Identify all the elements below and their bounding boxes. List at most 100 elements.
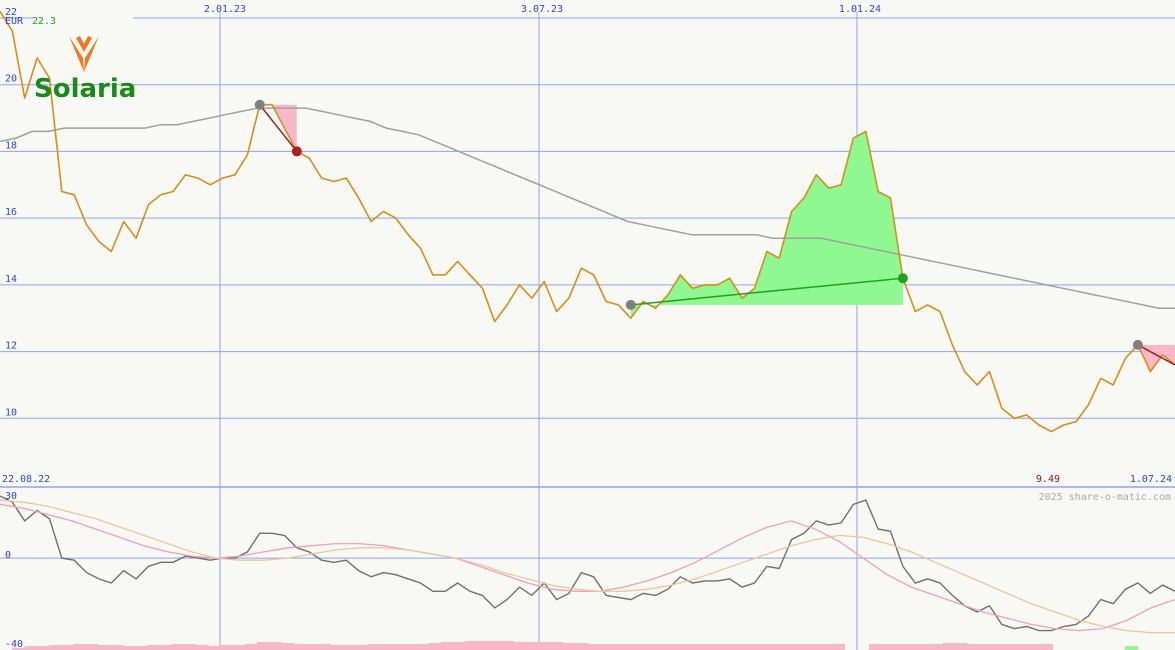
volume-bar bbox=[599, 644, 613, 650]
volume-bar bbox=[220, 645, 233, 650]
volume-bar bbox=[232, 645, 246, 650]
volume-bar bbox=[49, 645, 62, 650]
volume-bar bbox=[342, 645, 356, 650]
volume-bar bbox=[660, 644, 674, 650]
background-layer bbox=[0, 0, 1175, 650]
volume-bar bbox=[783, 644, 796, 650]
y-tick-label: 18 bbox=[5, 140, 17, 151]
volume-bar bbox=[538, 642, 552, 650]
volume-bar bbox=[24, 646, 38, 650]
volume-bar bbox=[685, 644, 699, 650]
volume-bar bbox=[575, 643, 588, 650]
volume-bar bbox=[514, 642, 527, 650]
volume-bar bbox=[697, 644, 711, 650]
volume-bar bbox=[146, 645, 160, 650]
oscillator-tick-label: 0 bbox=[5, 550, 11, 561]
volume-bar bbox=[36, 646, 50, 650]
min-price-label: 9.49 bbox=[1036, 474, 1060, 485]
currency-label: EUR bbox=[5, 16, 24, 27]
volume-bar bbox=[465, 641, 478, 650]
volume-bar bbox=[979, 644, 992, 650]
x-tick-label: 3.07.23 bbox=[521, 4, 563, 15]
volume-bar bbox=[918, 644, 931, 650]
volume-bar bbox=[1040, 644, 1054, 650]
y-tick-label: 10 bbox=[5, 407, 17, 418]
volume-bar bbox=[159, 645, 172, 650]
volume-bar bbox=[183, 644, 197, 650]
volume-bar bbox=[501, 641, 515, 650]
volume-bar bbox=[563, 643, 576, 650]
volume-bar bbox=[257, 642, 270, 650]
volume-bar bbox=[648, 644, 662, 650]
volume-bar bbox=[734, 644, 748, 650]
y-tick-label: 16 bbox=[5, 207, 17, 218]
volume-bar bbox=[489, 641, 503, 650]
volume-bar bbox=[758, 644, 772, 650]
volume-bar bbox=[281, 643, 295, 650]
volume-bar bbox=[428, 643, 442, 650]
volume-bar bbox=[942, 643, 956, 650]
volume-bar bbox=[208, 646, 221, 650]
volume-bar bbox=[330, 645, 344, 650]
volume-bar bbox=[391, 644, 405, 650]
volume-bar bbox=[134, 646, 148, 650]
volume-bar bbox=[526, 642, 539, 650]
volume-bar bbox=[61, 645, 74, 650]
x-tick-label: 22.08.22 bbox=[2, 474, 50, 485]
watermark: 2025 share-o-matic.com bbox=[1039, 492, 1171, 503]
volume-bar bbox=[905, 644, 919, 650]
volume-bar bbox=[832, 644, 845, 650]
volume-bar bbox=[954, 643, 968, 650]
volume-bar bbox=[379, 644, 393, 650]
volume-bar bbox=[171, 644, 185, 650]
background bbox=[0, 0, 1175, 650]
y-tick-label: 20 bbox=[5, 74, 17, 85]
volume-bar bbox=[122, 646, 136, 650]
volume-bar bbox=[746, 644, 760, 650]
volume-bar bbox=[709, 644, 723, 650]
volume-bar bbox=[881, 644, 894, 650]
volume-bar bbox=[930, 644, 943, 650]
volume-bar bbox=[612, 644, 625, 650]
volume-bar bbox=[110, 645, 123, 650]
volume-bar bbox=[73, 644, 87, 650]
volume-bar bbox=[1015, 644, 1029, 650]
volume-bar bbox=[991, 644, 1005, 650]
volume-bar bbox=[269, 642, 282, 650]
volume-bar bbox=[673, 644, 686, 650]
trade-exit-marker bbox=[291, 146, 302, 157]
volume-bar bbox=[403, 644, 417, 650]
volume-bar bbox=[807, 644, 821, 650]
volume-bar bbox=[85, 644, 99, 650]
volume-bar bbox=[966, 644, 980, 650]
volume-bar bbox=[771, 644, 784, 650]
oscillator-tick-label: 30 bbox=[5, 491, 17, 502]
volume-bar bbox=[367, 644, 380, 650]
volume-bar bbox=[97, 645, 111, 650]
volume-bar bbox=[587, 644, 601, 650]
trade-entry-marker bbox=[625, 299, 636, 310]
y-tick-label: 12 bbox=[5, 341, 17, 352]
stock-chart: 22.08.22 2.01.23 3.07.23 1.01.24 1.07.24 10 12… bbox=[0, 0, 1175, 650]
volume-bar bbox=[195, 645, 209, 650]
volume-bar bbox=[869, 644, 882, 650]
volume-bar bbox=[624, 644, 637, 650]
trade-entry-marker bbox=[1132, 339, 1143, 350]
chart-canvas: 22.08.22 2.01.23 3.07.23 1.01.24 1.07.24 10 12… bbox=[0, 0, 1175, 650]
volume-bar bbox=[416, 644, 429, 650]
x-tick-label: 1.01.24 bbox=[839, 4, 881, 15]
last-price-label: 22.3 bbox=[32, 16, 56, 27]
volume-bar bbox=[1125, 646, 1138, 650]
volume-bar bbox=[477, 641, 490, 650]
volume-bar bbox=[306, 644, 319, 650]
volume-bar bbox=[893, 644, 907, 650]
volume-bar bbox=[244, 644, 258, 650]
y-tick-label: 14 bbox=[5, 274, 17, 285]
volume-bar bbox=[795, 644, 809, 650]
oscillator-tick-label: -40 bbox=[5, 639, 23, 650]
volume-bar bbox=[1028, 644, 1041, 650]
volume-bar bbox=[1003, 644, 1017, 650]
logo-wordmark: Solaria bbox=[34, 74, 136, 104]
volume-bar bbox=[318, 644, 331, 650]
volume-bar bbox=[440, 642, 454, 650]
